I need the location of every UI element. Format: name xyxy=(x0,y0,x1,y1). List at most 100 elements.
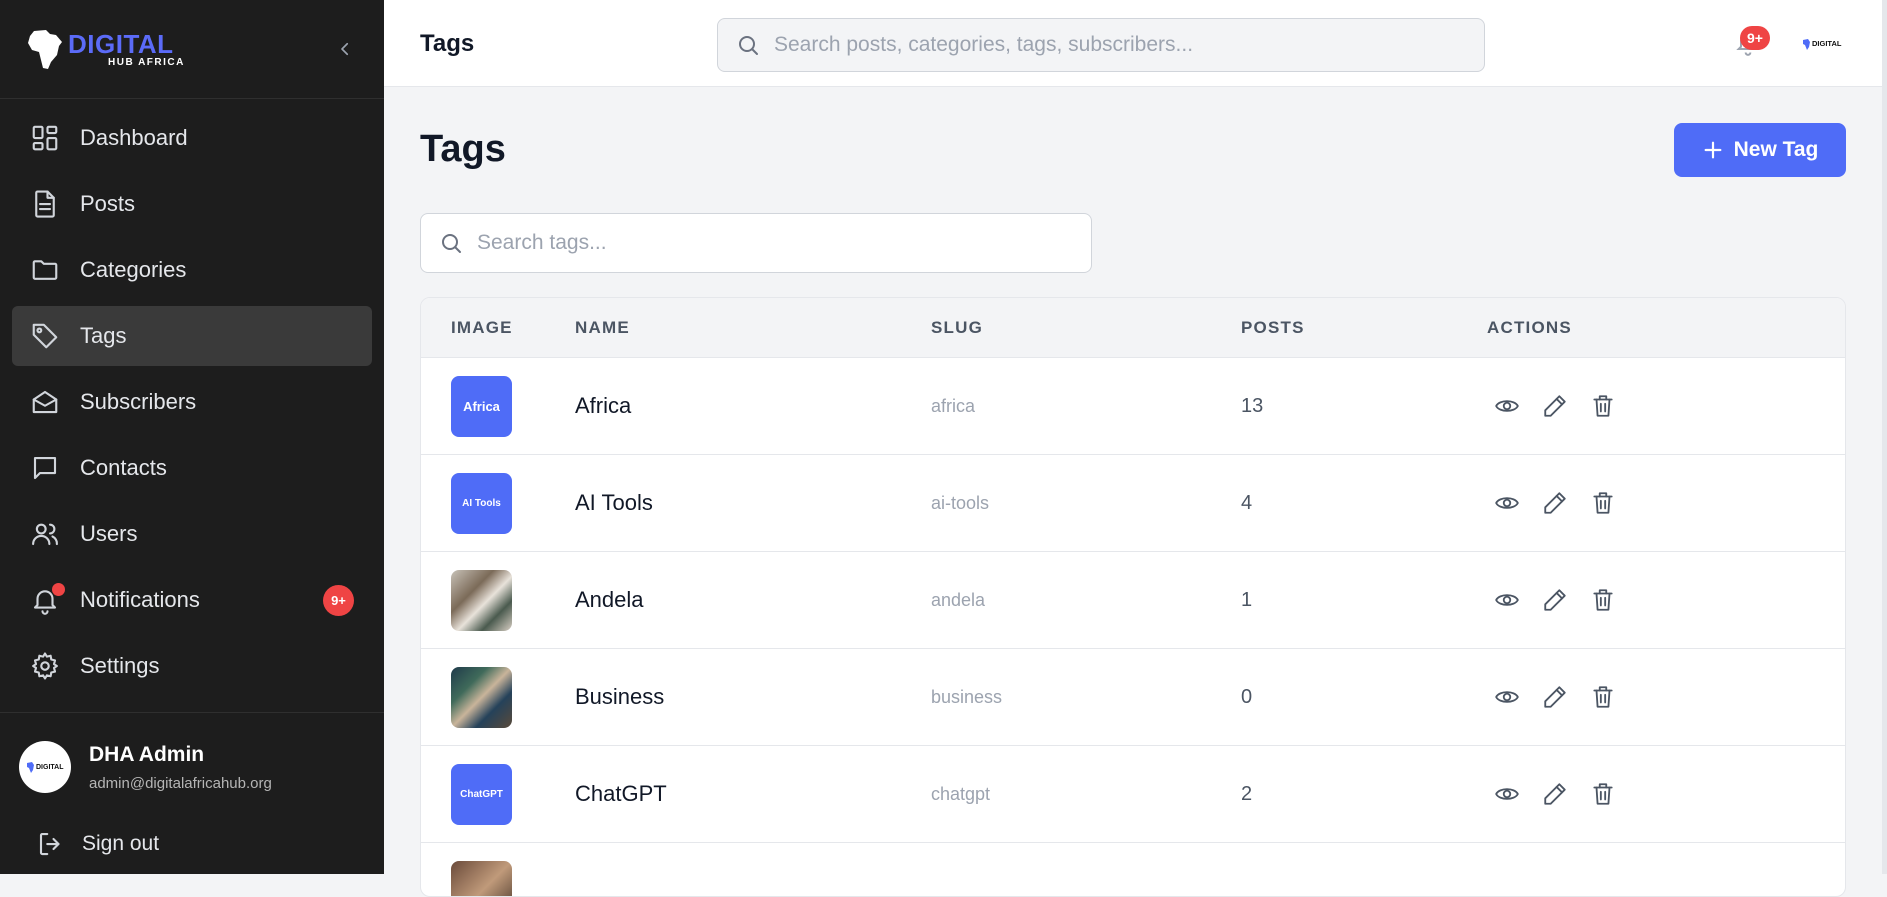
sidebar-item-posts[interactable]: Posts xyxy=(12,174,372,234)
sidebar-item-label: Categories xyxy=(80,257,187,282)
table-row[interactable]: Africa Africa africa 13 xyxy=(421,358,1845,455)
logo-wordmark: DIGITAL xyxy=(68,28,174,59)
tag-post-count: 2 xyxy=(1241,782,1253,805)
delete-button[interactable] xyxy=(1589,586,1617,614)
sidebar-nav: Dashboard Posts Categories Tags Subscrib… xyxy=(0,99,384,696)
tag-image-photo xyxy=(451,570,512,631)
row-actions xyxy=(1493,780,1617,808)
users-icon xyxy=(30,519,60,549)
brand-logo-icon: DIGITAL xyxy=(27,762,64,773)
trash-icon xyxy=(1593,395,1613,417)
collapse-sidebar-button[interactable] xyxy=(330,34,360,64)
page-title: Tags xyxy=(420,128,506,170)
tag-post-count: 1 xyxy=(1241,588,1253,611)
column-header-name: NAME xyxy=(575,317,630,337)
column-header-slug: SLUG xyxy=(931,317,984,337)
table-row[interactable]: AI Tools AI Tools ai-tools 4 xyxy=(421,455,1845,552)
page-scrollbar[interactable] xyxy=(1882,0,1887,874)
sidebar-item-dashboard[interactable]: Dashboard xyxy=(12,108,372,168)
delete-button[interactable] xyxy=(1589,489,1617,517)
new-tag-label: New Tag xyxy=(1733,138,1819,161)
tags-table: IMAGE NAME SLUG POSTS ACTIONS Africa Afr… xyxy=(420,297,1846,897)
plus-icon xyxy=(1704,141,1722,159)
tag-search-input[interactable] xyxy=(477,231,1064,255)
delete-button[interactable] xyxy=(1589,683,1617,711)
chevron-left-icon xyxy=(341,42,349,56)
global-search xyxy=(717,18,1485,72)
tag-post-count: 4 xyxy=(1241,491,1253,514)
user-profile[interactable]: DIGITAL DHA Admin admin@digitalafricahub… xyxy=(0,713,384,793)
notification-count-badge: 9+ xyxy=(1740,26,1770,50)
sidebar-item-tags[interactable]: Tags xyxy=(12,306,372,366)
trash-icon xyxy=(1593,492,1613,514)
global-search-input[interactable] xyxy=(774,33,1448,57)
pencil-icon xyxy=(1544,686,1566,708)
gear-icon xyxy=(30,651,60,681)
row-actions xyxy=(1493,392,1617,420)
africa-map-icon xyxy=(28,30,62,69)
sidebar-item-label: Users xyxy=(80,521,138,546)
sidebar-item-settings[interactable]: Settings xyxy=(12,636,372,696)
avatar-logo-text: DIGITAL xyxy=(1812,39,1842,48)
sidebar-item-contacts[interactable]: Contacts xyxy=(12,438,372,498)
topbar-title: Tags xyxy=(420,30,475,57)
view-button[interactable] xyxy=(1493,683,1521,711)
sidebar-item-categories[interactable]: Categories xyxy=(12,240,372,300)
edit-button[interactable] xyxy=(1541,780,1569,808)
view-button[interactable] xyxy=(1493,780,1521,808)
edit-button[interactable] xyxy=(1541,683,1569,711)
view-button[interactable] xyxy=(1493,489,1521,517)
sidebar-footer: DIGITAL DHA Admin admin@digitalafricahub… xyxy=(0,712,384,856)
edit-button[interactable] xyxy=(1541,392,1569,420)
trash-icon xyxy=(1593,686,1613,708)
sidebar-item-users[interactable]: Users xyxy=(12,504,372,564)
edit-button[interactable] xyxy=(1541,586,1569,614)
eye-icon xyxy=(1495,497,1519,509)
trash-icon xyxy=(1593,783,1613,805)
column-header-posts: POSTS xyxy=(1241,317,1305,337)
edit-button[interactable] xyxy=(1541,489,1569,517)
column-header-actions: ACTIONS xyxy=(1487,317,1572,337)
view-button[interactable] xyxy=(1493,392,1521,420)
profile-email: admin@digitalafricahub.org xyxy=(89,774,272,792)
pencil-icon xyxy=(1544,492,1566,514)
sidebar-item-notifications[interactable]: Notifications 9+ xyxy=(12,570,372,630)
envelope-open-icon xyxy=(30,387,60,417)
view-button[interactable] xyxy=(1493,586,1521,614)
eye-icon xyxy=(1495,691,1519,703)
column-header-image: IMAGE xyxy=(451,317,513,337)
tag-name: Andela xyxy=(575,587,644,612)
app-logo[interactable]: DIGITAL HUB AFRICA xyxy=(26,28,185,70)
new-tag-button[interactable]: New Tag xyxy=(1674,123,1846,177)
table-row[interactable]: Business business 0 xyxy=(421,649,1845,746)
sidebar-item-subscribers[interactable]: Subscribers xyxy=(12,372,372,432)
dashboard-icon xyxy=(30,123,60,153)
brand-logo-icon: DIGITAL xyxy=(1803,39,1842,50)
tag-search xyxy=(420,213,1092,273)
tag-image-photo xyxy=(451,667,512,728)
user-menu-avatar[interactable]: DIGITAL xyxy=(1796,27,1852,61)
pencil-icon xyxy=(1544,395,1566,417)
sidebar-item-label: Dashboard xyxy=(80,125,188,150)
tag-image: ChatGPT xyxy=(451,764,512,825)
delete-button[interactable] xyxy=(1589,780,1617,808)
tag-name: ChatGPT xyxy=(575,781,667,806)
profile-name: DHA Admin xyxy=(89,742,205,766)
tag-name: Africa xyxy=(575,393,632,418)
sidebar-item-label: Subscribers xyxy=(80,389,197,414)
sign-out-button[interactable]: Sign out xyxy=(36,829,159,859)
table-row[interactable]: Andela andela 1 xyxy=(421,552,1845,649)
pencil-icon xyxy=(1544,783,1566,805)
sidebar-item-label: Settings xyxy=(80,653,160,678)
tag-name: AI Tools xyxy=(575,490,653,515)
table-row[interactable] xyxy=(421,843,1845,896)
chat-icon xyxy=(30,453,60,483)
trash-icon xyxy=(1593,589,1613,611)
delete-button[interactable] xyxy=(1589,392,1617,420)
sign-out-icon xyxy=(39,832,60,856)
tag-slug: ai-tools xyxy=(931,492,990,513)
table-row[interactable]: ChatGPT ChatGPT chatgpt 2 xyxy=(421,746,1845,843)
row-actions xyxy=(1493,586,1617,614)
pencil-icon xyxy=(1544,589,1566,611)
tag-post-count: 0 xyxy=(1241,685,1253,708)
